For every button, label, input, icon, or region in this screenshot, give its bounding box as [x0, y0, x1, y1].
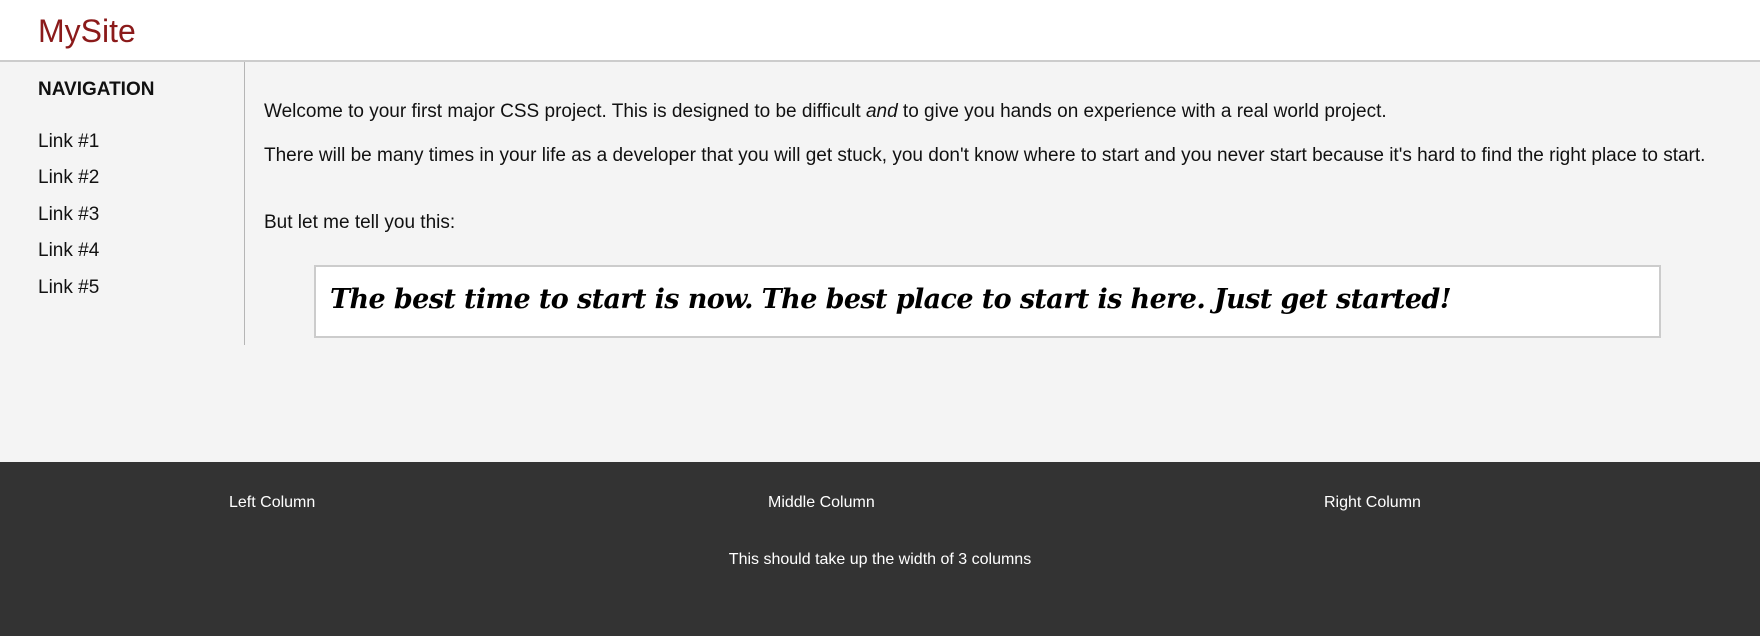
nav-link-1[interactable]: Link #1 [38, 131, 99, 153]
nav-link-3[interactable]: Link #3 [38, 204, 99, 226]
quote-box: The best time to start is now. The best … [314, 265, 1661, 338]
nav-link-2[interactable]: Link #2 [38, 167, 99, 189]
intro-emphasis: and [865, 101, 898, 122]
nav-link-4[interactable]: Link #4 [38, 240, 99, 262]
navigation-heading: NAVIGATION [38, 79, 155, 100]
site-logo-link[interactable]: MySite [38, 11, 136, 51]
developer-paragraph: There will be many times in your life as… [264, 145, 1706, 166]
nav-link-5[interactable]: Link #5 [38, 277, 99, 299]
intro-text-end: to give you hands on experience with a r… [897, 101, 1387, 122]
site-header: MySite [0, 0, 1760, 62]
quote-text: The best time to start is now. The best … [330, 284, 1452, 315]
footer-left-column: Left Column [229, 494, 316, 511]
page-body: NAVIGATION Link #1 Link #2 Link #3 Link … [0, 62, 1760, 462]
intro-paragraph: Welcome to your first major CSS project.… [264, 100, 1387, 123]
sidebar-navigation: NAVIGATION Link #1 Link #2 Link #3 Link … [0, 62, 245, 345]
lead-in-paragraph: But let me tell you this: [264, 212, 456, 233]
site-footer: Left Column Middle Column Right Column T… [0, 462, 1760, 636]
footer-right-column: Right Column [1324, 494, 1421, 511]
footer-full-width-text: This should take up the width of 3 colum… [728, 551, 1032, 568]
intro-text-start: Welcome to your first major CSS project.… [264, 101, 866, 122]
footer-middle-column: Middle Column [768, 494, 875, 511]
